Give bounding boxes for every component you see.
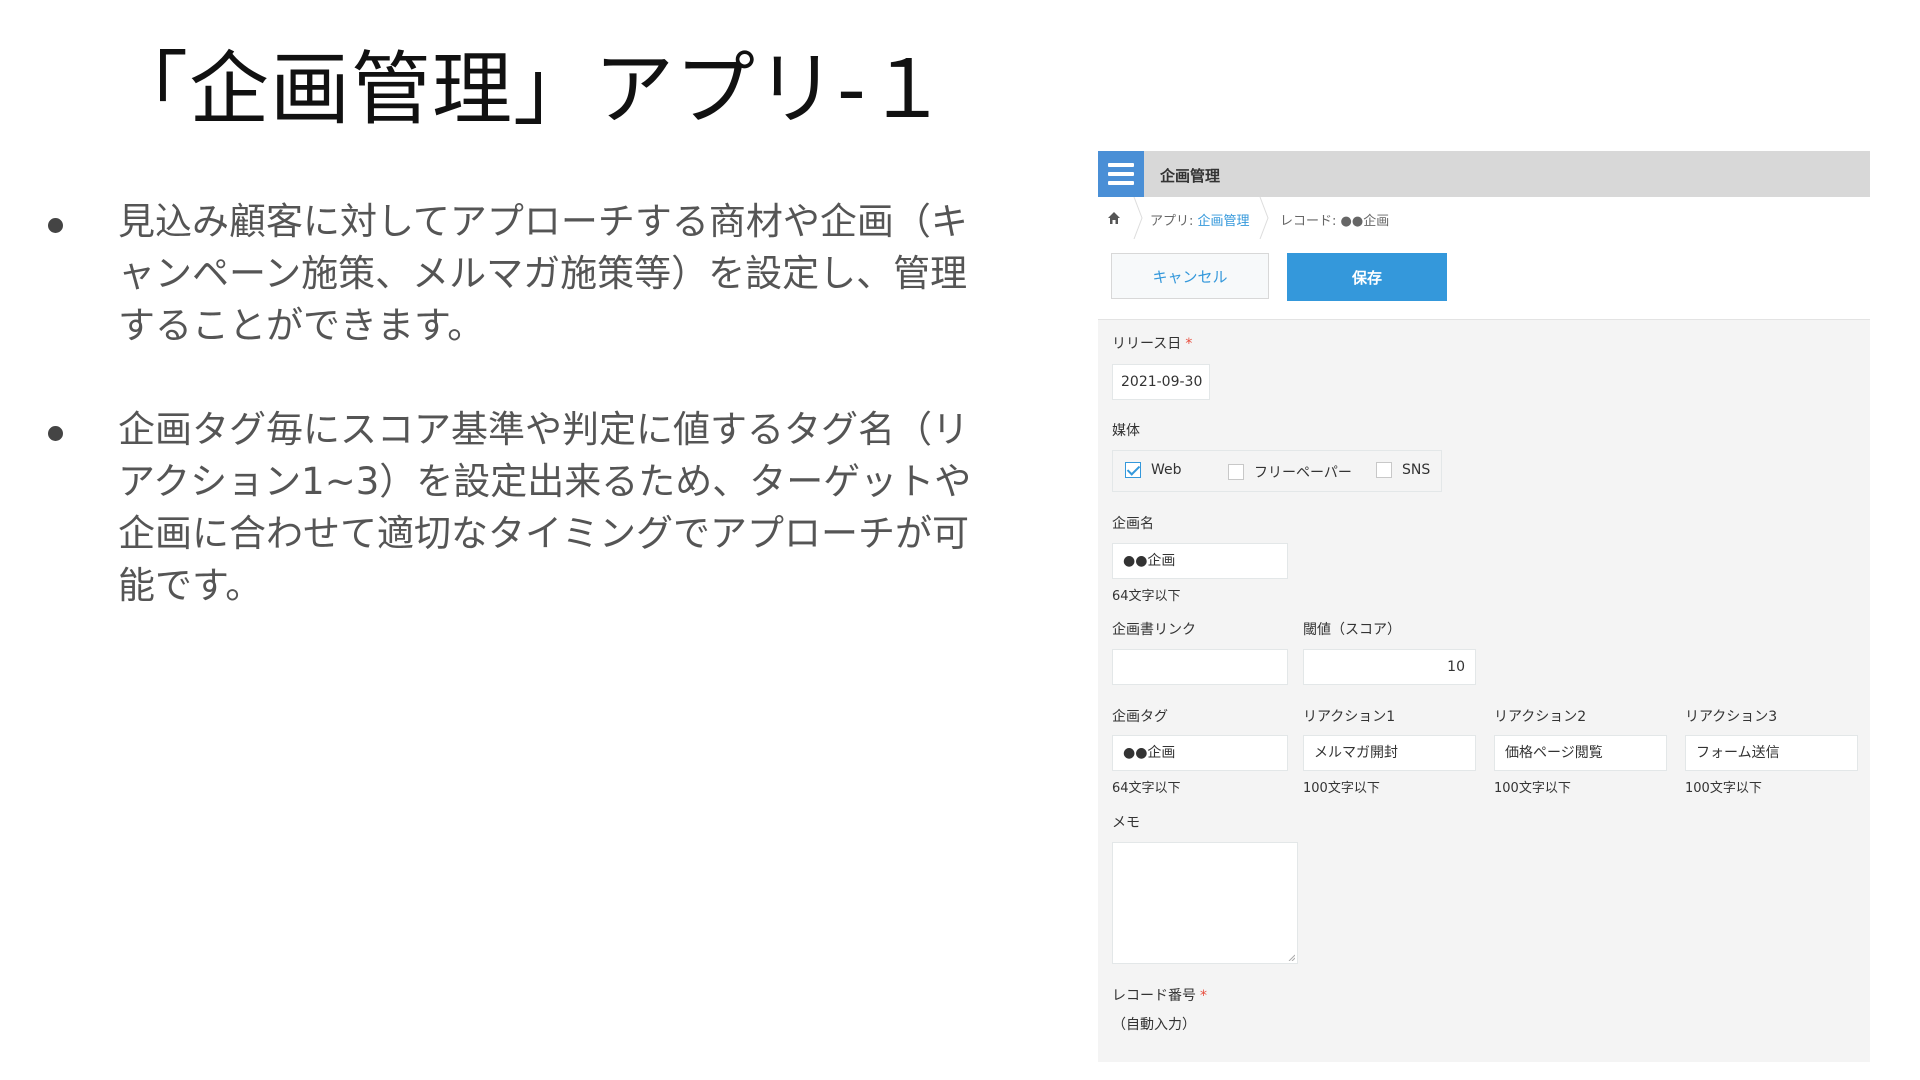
reaction1-hint: 100文字以下 [1303, 781, 1380, 796]
app-title: 企画管理 [1160, 167, 1221, 185]
reaction2-label: リアクション2 [1494, 709, 1587, 725]
plan-name-field[interactable]: ●●企画 [1112, 543, 1288, 579]
bullet-item: 見込み顧客に対してアプローチする商材や企画（キャンペーン施策、メルマガ施策等）を… [48, 196, 988, 352]
reaction3-label: リアクション3 [1685, 709, 1778, 725]
plan-link-field[interactable] [1112, 649, 1288, 685]
reaction3-hint: 100文字以下 [1685, 781, 1762, 796]
plan-tag-label: 企画タグ [1112, 709, 1168, 725]
bullet-item: 企画タグ毎にスコア基準や判定に値するタグ名（リアクション1~3）を設定出来るため… [48, 404, 988, 612]
bullet-text: 見込み顧客に対してアプローチする商材や企画（キャンペーン施策、メルマガ施策等）を… [118, 200, 968, 347]
media-checkbox-group: Web フリーペーパー SNS [1112, 450, 1442, 492]
required-mark: * [1185, 336, 1193, 352]
resize-grip-icon[interactable] [1287, 953, 1295, 961]
reaction1-label: リアクション1 [1303, 709, 1396, 725]
breadcrumb-record: レコード: ●●企画 [1280, 214, 1390, 229]
threshold-field[interactable]: 10 [1303, 649, 1476, 685]
toolbar: キャンセル 保存 [1098, 239, 1870, 320]
media-option-label: Web [1151, 462, 1182, 478]
plan-tag-hint: 64文字以下 [1112, 781, 1181, 796]
media-option-label: フリーペーパー [1254, 465, 1352, 481]
breadcrumb: アプリ: 企画管理 レコード: ●●企画 [1098, 197, 1870, 240]
bullet-list: 見込み顧客に対してアプローチする商材や企画（キャンペーン施策、メルマガ施策等）を… [48, 196, 988, 664]
plan-tag-field[interactable]: ●●企画 [1112, 735, 1288, 771]
checkbox-icon[interactable] [1376, 462, 1392, 478]
checkbox-checked-icon[interactable] [1125, 462, 1141, 478]
save-button[interactable]: 保存 [1287, 253, 1447, 301]
app-window: 企画管理 アプリ: 企画管理 レコード: ●●企画 キャンセル 保存 リリース日… [1098, 151, 1870, 1062]
bullet-dot-icon [48, 218, 63, 233]
reaction2-field[interactable]: 価格ページ閲覧 [1494, 735, 1667, 771]
media-label: 媒体 [1112, 423, 1140, 439]
bullet-text: 企画タグ毎にスコア基準や判定に値するタグ名（リアクション1~3）を設定出来るため… [118, 408, 972, 607]
list-icon [1098, 151, 1144, 197]
plan-link-label: 企画書リンク [1112, 622, 1196, 638]
home-icon[interactable] [1106, 210, 1122, 226]
media-option-web[interactable]: Web [1125, 462, 1182, 478]
slide-title: 「企画管理」アプリ-１ [108, 43, 948, 136]
breadcrumb-app: アプリ: 企画管理 [1150, 214, 1250, 229]
record-number-label: レコード番号 * [1112, 988, 1207, 1004]
reaction1-field[interactable]: メルマガ開封 [1303, 735, 1476, 771]
plan-name-hint: 64文字以下 [1112, 589, 1181, 604]
memo-label: メモ [1112, 815, 1140, 831]
app-header: 企画管理 [1098, 151, 1870, 197]
memo-textarea[interactable] [1112, 842, 1298, 964]
breadcrumb-app-link[interactable]: 企画管理 [1198, 214, 1250, 229]
threshold-label: 閾値（スコア） [1303, 622, 1401, 638]
media-option-freepaper[interactable]: フリーペーパー [1228, 462, 1352, 482]
reaction2-hint: 100文字以下 [1494, 781, 1571, 796]
release-date-field[interactable]: 2021-09-30 [1112, 364, 1210, 400]
checkbox-icon[interactable] [1228, 464, 1244, 480]
release-date-label: リリース日 * [1112, 336, 1193, 352]
required-mark: * [1200, 988, 1207, 1004]
cancel-button[interactable]: キャンセル [1111, 253, 1269, 299]
media-option-label: SNS [1402, 462, 1431, 478]
reaction3-field[interactable]: フォーム送信 [1685, 735, 1858, 771]
record-number-value: （自動入力） [1112, 1017, 1196, 1033]
media-option-sns[interactable]: SNS [1376, 462, 1430, 478]
breadcrumb-separator-icon [1259, 197, 1269, 239]
bullet-dot-icon [48, 426, 63, 441]
plan-name-label: 企画名 [1112, 516, 1154, 532]
breadcrumb-separator-icon [1133, 197, 1143, 239]
